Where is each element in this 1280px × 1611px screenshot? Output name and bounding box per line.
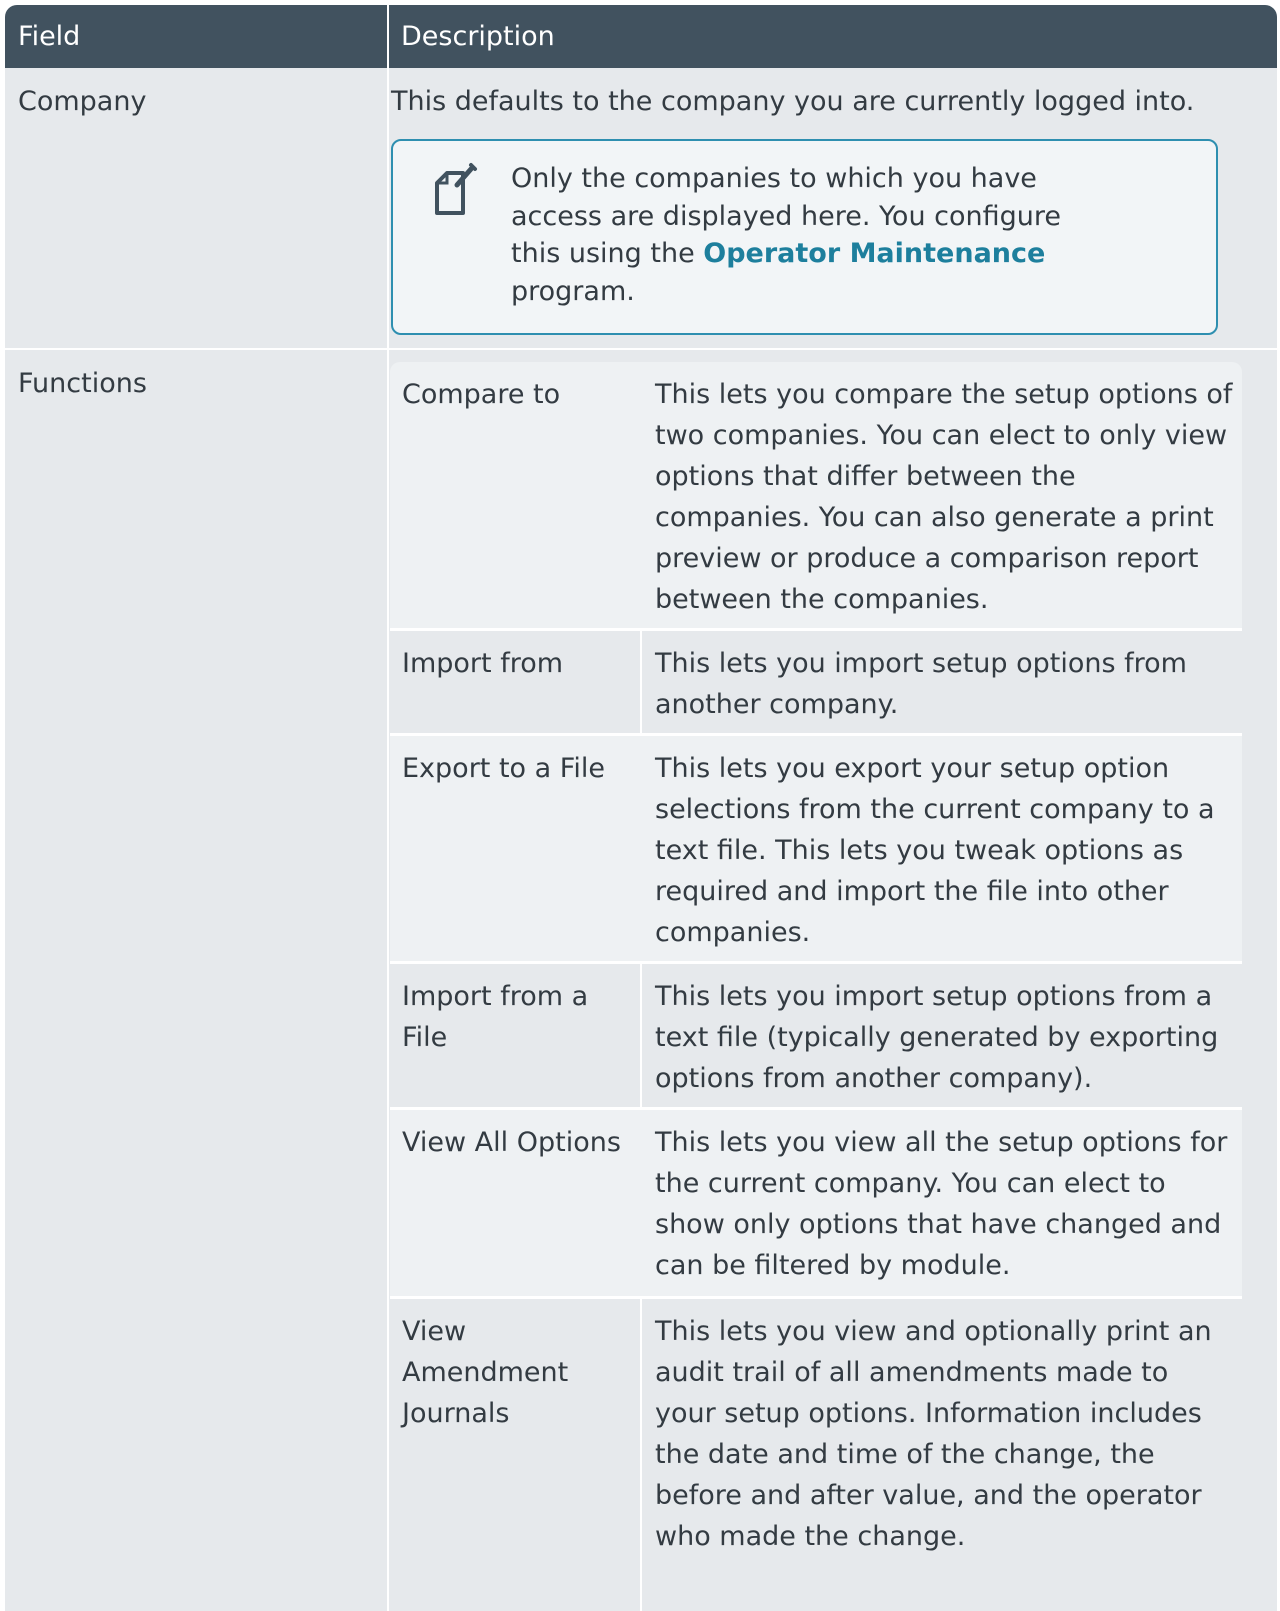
function-view-all-options: View All Options <box>402 1127 621 1158</box>
description-line: companies. You can also generate a print <box>655 502 1214 533</box>
row-divider <box>5 348 1277 350</box>
function-export-to-file: Export to a File <box>402 753 605 784</box>
table-row: Export to a File This lets you export yo… <box>390 736 1242 961</box>
description-line: This lets you compare the setup options … <box>655 379 1233 410</box>
description-line: your setup options. Information includes <box>655 1398 1202 1429</box>
description-line: required and import the file into other <box>655 876 1169 907</box>
field-functions: Functions <box>18 368 147 399</box>
description-line: can be filtered by module. <box>655 1250 1011 1281</box>
table-row: View All Options This lets you view all … <box>390 1110 1242 1296</box>
description-company: This defaults to the company you are cur… <box>391 86 1195 117</box>
field-company: Company <box>18 86 147 117</box>
function-description: This lets you import setup options from … <box>655 643 1235 725</box>
table-row: View Amendment Journals This lets you vi… <box>390 1299 1242 1611</box>
description-line: This lets you export your setup option <box>655 753 1170 784</box>
function-name-line: View <box>402 1316 467 1347</box>
function-import-from: Import from <box>402 648 564 679</box>
description-line: This lets you view and optionally print … <box>655 1316 1212 1347</box>
description-line: who made the change. <box>655 1521 966 1552</box>
function-name-line: Amendment <box>402 1357 569 1388</box>
function-view-amendment-journals: View Amendment Journals <box>402 1311 632 1434</box>
info-note: Only the companies to which you have acc… <box>391 139 1218 335</box>
description-line: before and after value, and the operator <box>655 1480 1202 1511</box>
function-compare-to: Compare to <box>402 379 561 410</box>
note-line-2: access are displayed here. You configure <box>511 200 1061 232</box>
description-line: another company. <box>655 689 899 720</box>
function-name-line: Journals <box>402 1398 510 1429</box>
description-line: between the companies. <box>655 584 989 615</box>
description-line: options from another company). <box>655 1063 1093 1094</box>
table-row: Import from This lets you import setup o… <box>390 631 1242 733</box>
description-line: show only options that have changed and <box>655 1209 1222 1240</box>
description-line: companies. <box>655 917 811 948</box>
description-line: This lets you import setup options from <box>655 648 1187 679</box>
description-line: This lets you import setup options from … <box>655 981 1213 1012</box>
description-line: audit trail of all amendments made to <box>655 1357 1169 1388</box>
header-description: Description <box>401 21 555 52</box>
description-line: the current company. You can elect to <box>655 1168 1166 1199</box>
description-line: preview or produce a comparison report <box>655 543 1199 574</box>
description-line: selections from the current company to a <box>655 794 1215 825</box>
operator-maintenance-link[interactable]: Operator Maintenance <box>703 238 1045 269</box>
function-description: This lets you view and optionally print … <box>655 1311 1235 1557</box>
note-line-3-prefix: this using the <box>511 238 704 269</box>
header-divider <box>387 5 389 68</box>
description-line: options that differ between the <box>655 461 1076 492</box>
description-line: text file. This lets you tweak options a… <box>655 835 1184 866</box>
column-divider <box>387 68 389 1611</box>
function-description: This lets you view all the setup options… <box>655 1122 1235 1286</box>
description-line: the date and time of the change, the <box>655 1439 1155 1470</box>
function-description: This lets you export your setup option s… <box>655 748 1235 953</box>
note-text: Only the companies to which you have acc… <box>511 160 1071 310</box>
note-line-3: this using the Operator Maintenance <box>511 235 1071 273</box>
function-name-line: File <box>402 1022 448 1053</box>
table-row: Compare to This lets you compare the set… <box>390 362 1242 628</box>
function-import-from-file: Import from a File <box>402 976 632 1058</box>
functions-subtable: Compare to This lets you compare the set… <box>390 362 1242 1611</box>
function-description: This lets you compare the setup options … <box>655 374 1235 620</box>
function-description: This lets you import setup options from … <box>655 976 1235 1099</box>
table-header: Field Description <box>5 5 1277 68</box>
description-line: This lets you view all the setup options… <box>655 1127 1228 1158</box>
note-line-1: Only the companies to which you have <box>511 163 1037 194</box>
note-line-4: program. <box>511 275 635 307</box>
description-line: two companies. You can elect to only vie… <box>655 420 1228 451</box>
table-row: Import from a File This lets you import … <box>390 964 1242 1107</box>
note-pencil-icon <box>435 163 477 215</box>
field-description-table: Field Description Company This defaults … <box>5 5 1277 1611</box>
function-name-line: Import from a <box>402 981 589 1012</box>
description-line: text file (typically generated by export… <box>655 1022 1219 1053</box>
header-field: Field <box>18 21 81 52</box>
